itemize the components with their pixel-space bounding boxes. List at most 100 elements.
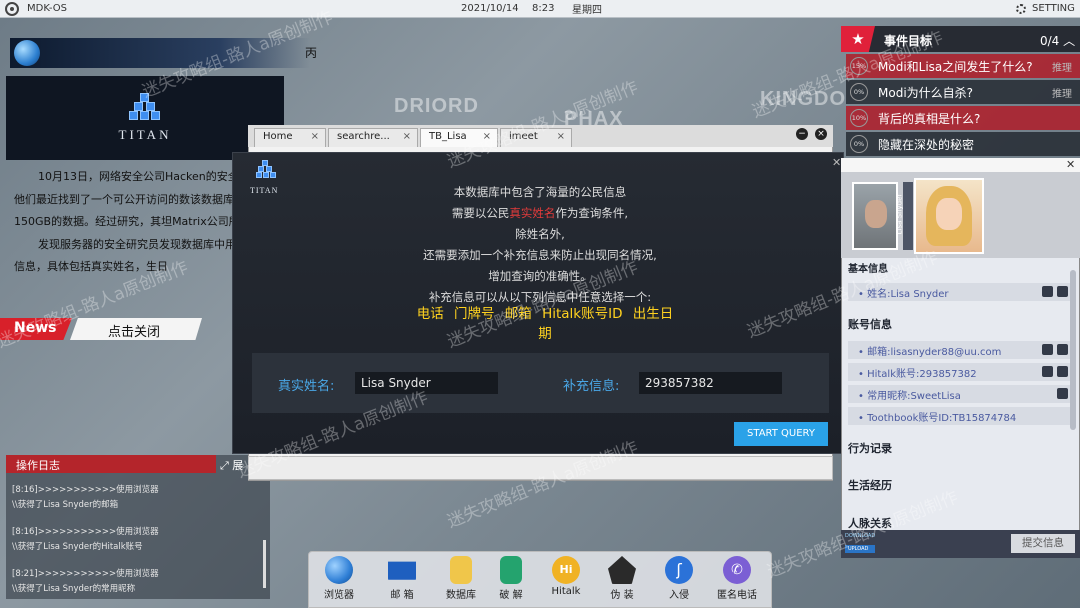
lisa-photo	[914, 178, 984, 254]
close-profile-icon[interactable]: ✕	[1066, 158, 1075, 171]
close-window-button[interactable]: ×	[815, 128, 827, 140]
tab-label: Home	[263, 131, 293, 142]
photo-caption: Lisa Snyder	[895, 193, 904, 235]
dock-label: 破 解	[499, 590, 523, 601]
note-icon[interactable]	[1057, 344, 1068, 355]
account-row: • 邮箱:lisasnyder88@uu.com	[848, 341, 1072, 359]
dock-item-intrude[interactable]: ʃ 入侵	[653, 556, 705, 601]
reasoning-tag: 推理	[1052, 62, 1072, 74]
progress-badge: 10%	[850, 109, 868, 127]
setting-button[interactable]: SETTING	[1016, 3, 1075, 14]
log-time: [8:21]>>>>>>>>>>>使用浏览器	[12, 569, 159, 579]
news-heading: 丙	[305, 46, 318, 60]
start-query-button[interactable]: START QUERY	[734, 422, 828, 446]
log-entry: [8:16]>>>>>>>>>>>使用浏览器 \\获得了Lisa Snyder的…	[12, 525, 159, 555]
log-time: [8:16]>>>>>>>>>>>使用浏览器	[12, 485, 159, 495]
relationships-title[interactable]: 人脉关系	[848, 515, 892, 531]
extra-info-input[interactable]: 293857382	[639, 372, 782, 394]
tab-imeet[interactable]: imeet ×	[500, 128, 572, 147]
pin-icon[interactable]	[1042, 366, 1053, 377]
titan-banner: TITAN	[6, 76, 284, 160]
close-tab-icon[interactable]: ×	[557, 131, 565, 142]
tab-tb-lisa[interactable]: TB_Lisa ×	[420, 128, 498, 147]
dock-item-mail[interactable]: 邮 箱	[376, 556, 428, 601]
mail-icon	[388, 561, 416, 580]
profile-scrollbar[interactable]	[1070, 270, 1076, 430]
expand-label: 展	[232, 459, 244, 472]
dock-item-disguise[interactable]: 伪 装	[596, 556, 648, 601]
tab-label: searchre...	[337, 131, 390, 142]
query-input-row: 真实姓名: Lisa Snyder 补充信息: 293857382	[252, 353, 829, 413]
titan-brand: TITAN	[250, 186, 279, 195]
expand-log-button[interactable]: ⤢ 展	[220, 455, 250, 473]
globe-icon	[14, 40, 40, 66]
system-top-bar: MDK-OS 2021/10/14 8:23 星期四 SETTING	[0, 0, 1080, 18]
unlock-icon	[500, 556, 522, 584]
dock-item-anon-call[interactable]: ✆ 匿名电话	[711, 556, 763, 601]
real-name-label: 真实姓名:	[278, 379, 335, 394]
event-goals-title: 事件目标	[884, 34, 933, 48]
database-icon	[450, 556, 472, 584]
map-label: DRIORD	[394, 95, 479, 117]
instruction-line: 除姓名外,	[515, 227, 565, 241]
minimize-button[interactable]: −	[796, 128, 808, 140]
os-logo-icon	[5, 1, 19, 16]
log-text: \\获得了Lisa Snyder的邮箱	[12, 500, 119, 510]
close-tab-icon[interactable]: ×	[403, 131, 411, 142]
reasoning-tag: 推理	[1052, 88, 1072, 100]
note-icon[interactable]	[1057, 286, 1068, 297]
account-row: • 常用昵称:SweetLisa	[848, 385, 1072, 403]
instruction-line: 需要以公民真实姓名作为查询条件,	[320, 203, 760, 224]
supplementary-fields: 电话 门牌号 邮箱 Hitalk账号ID 出生日期	[416, 306, 674, 342]
log-entry: [8:21]>>>>>>>>>>>使用浏览器 \\获得了Lisa Snyder的…	[12, 567, 159, 597]
real-name-input[interactable]: Lisa Snyder	[355, 372, 498, 394]
account-value: 常用昵称:SweetLisa	[867, 391, 961, 402]
progress-badge: 0%	[850, 135, 868, 153]
event-goals-count[interactable]: 0/4 ︿	[1040, 32, 1075, 49]
close-tab-icon[interactable]: ×	[311, 131, 319, 142]
profile-panel-titlebar	[841, 158, 1080, 172]
news-badge: News	[0, 318, 72, 340]
tab-searchresult[interactable]: searchre... ×	[328, 128, 418, 147]
dock-label: Hitalk	[551, 586, 581, 597]
dock-label: 伪 装	[610, 590, 634, 601]
behavior-record-title[interactable]: 行为记录	[848, 440, 892, 456]
tab-label: imeet	[509, 131, 538, 142]
submit-info-button[interactable]: 提交信息	[1011, 534, 1075, 553]
event-goal-item[interactable]: 0% Modi为什么自杀? 推理	[846, 80, 1080, 104]
account-info-title: 账号信息	[848, 318, 892, 331]
dock-label: 浏览器	[324, 590, 354, 601]
instruction-line: 增加查询的准确性。	[488, 269, 592, 283]
dock-label: 入侵	[669, 590, 689, 601]
life-experience-title[interactable]: 生活经历	[848, 477, 892, 493]
dock-item-browser[interactable]: 浏览器	[313, 556, 365, 601]
dock-item-hitalk[interactable]: Hi Hitalk	[540, 556, 592, 597]
tab-label: TB_Lisa	[429, 131, 467, 142]
titan-query-logo: TITAN	[250, 160, 290, 200]
globe-icon	[325, 556, 353, 584]
event-goal-item[interactable]: 0% 隐藏在深处的秘密	[846, 132, 1080, 156]
pin-icon[interactable]	[1042, 286, 1053, 297]
chevron-up-icon: ︿	[1063, 34, 1076, 48]
tab-home[interactable]: Home ×	[254, 128, 326, 147]
pin-icon[interactable]	[1057, 388, 1068, 399]
pin-icon[interactable]	[1042, 344, 1053, 355]
dock-item-crack[interactable]: 破 解	[485, 556, 537, 601]
close-query-icon[interactable]: ✕	[832, 156, 841, 169]
event-goal-item[interactable]: 10% 背后的真相是什么?	[846, 106, 1080, 130]
event-goal-item[interactable]: 15% Modi和Lisa之间发生了什么? 推理	[846, 54, 1080, 78]
log-scrollbar[interactable]	[263, 540, 266, 588]
browser-tab-bar: Home × searchre... × TB_Lisa × imeet ×	[248, 125, 833, 147]
instruction-text: 需要以公民	[451, 206, 510, 220]
hook-icon: ʃ	[665, 556, 693, 584]
goal-count: 0/4	[1040, 34, 1060, 48]
real-name-highlight: 真实姓名	[509, 206, 556, 220]
log-entry: [8:16]>>>>>>>>>>>使用浏览器 \\获得了Lisa Snyder的…	[12, 483, 159, 513]
close-news-button[interactable]: 点击关闭	[70, 318, 202, 340]
note-icon[interactable]	[1057, 366, 1068, 377]
profile-name-row: • 姓名:Lisa Snyder	[848, 283, 1072, 301]
close-tab-icon[interactable]: ×	[483, 131, 491, 142]
map-label: KINGDO	[760, 88, 846, 110]
hitalk-icon: Hi	[552, 556, 580, 584]
dock-item-database[interactable]: 数据库	[435, 556, 487, 601]
